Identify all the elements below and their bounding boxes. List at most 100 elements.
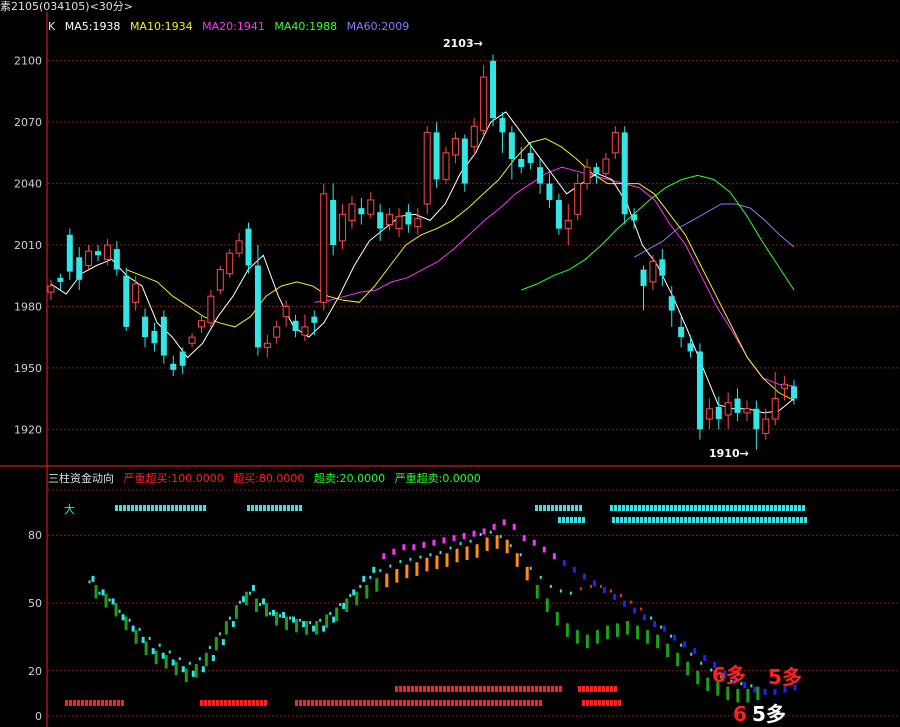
signal-mark [660,517,663,523]
bar-b [736,688,740,703]
bar-a [382,553,386,560]
signal-mark [628,517,631,523]
signal-mark [363,700,366,706]
signal-mark [459,700,462,706]
signal-mark [610,686,613,692]
signal-mark [656,517,659,523]
signal-mark [758,505,761,511]
candle-body [47,285,55,293]
bar-a [462,532,466,539]
signal-mark [407,686,410,692]
bar-c [188,661,191,665]
bar-b [114,603,118,617]
price-tick-label: 1920 [14,423,42,436]
bar-c [218,632,221,636]
candle-body [377,212,384,229]
candle-body [95,251,102,256]
signal-mark [439,686,442,692]
bar-b [565,623,569,637]
bar-b [445,553,449,567]
bar-c [469,539,472,543]
candle-body [724,402,732,416]
signal-mark [782,505,785,511]
bar-c [329,612,332,616]
signal-mark [598,686,601,692]
candle-body [216,269,224,291]
bar-c [269,612,272,616]
signal-mark [383,700,386,706]
signal-mark [704,517,707,523]
signal-mark [443,686,446,692]
signal-mark [634,505,637,511]
bar-b [575,630,579,644]
signal-mark [435,700,438,706]
bar-a [522,535,526,542]
bar-b [525,566,529,581]
bar-c [289,616,292,620]
bar-c [429,553,432,557]
bar-b [395,569,399,583]
signal-mark [722,505,725,511]
signal-mark [559,505,562,511]
candle-body [226,252,234,275]
bar-a [572,566,576,573]
bar-b [615,623,619,637]
signal-mark [571,505,574,511]
bar-c [529,566,532,570]
signal-mark [531,700,534,706]
bar-c [198,657,201,661]
bar-b [184,668,188,683]
bar-c [309,621,312,625]
bar-b [425,557,429,572]
bar-b [535,584,539,599]
bar-b [696,670,700,685]
signal-mark [327,700,330,706]
bar-a [703,654,707,661]
signal-mark [483,700,486,706]
bar-b [676,652,680,667]
bar-b [104,593,108,608]
signal-mark [724,517,727,523]
bar-a [773,688,777,695]
signal-mark [503,686,506,692]
signal-mark [692,517,695,523]
signal-mark [101,700,104,706]
signal-mark [582,700,585,706]
candle-body [330,199,337,245]
candle-body [442,152,450,180]
signal-mark [666,505,669,511]
candle-body [207,295,215,324]
candle-body [76,257,83,280]
signal-mark [81,700,84,706]
signal-mark [622,505,625,511]
signal-mark [507,686,510,692]
signal-mark [527,700,530,706]
signal-mark [626,505,629,511]
signal-mark [255,505,258,511]
signal-mark [594,686,597,692]
signal-mark [403,686,406,692]
bar-b [495,535,499,549]
signal-mark [427,700,430,706]
bar-a [161,652,165,659]
signal-mark [734,505,737,511]
signal-mark [495,700,498,706]
signal-mark [483,686,486,692]
signal-mark [228,700,231,706]
signal-mark [387,700,390,706]
signal-mark [371,700,374,706]
signal-5-duo-b: 5多 [752,702,786,726]
signal-mark [624,517,627,523]
bar-c [128,618,131,622]
signal-mark [399,700,402,706]
signal-mark [519,686,522,692]
price-tick-label: 2070 [14,116,42,129]
signal-mark [123,505,126,511]
candle-body [320,193,328,303]
signal-mark [555,505,558,511]
candle-body [687,343,694,352]
signal-mark [648,517,651,523]
signal-mark [726,505,729,511]
signal-mark [131,505,134,511]
bar-c [138,627,141,631]
